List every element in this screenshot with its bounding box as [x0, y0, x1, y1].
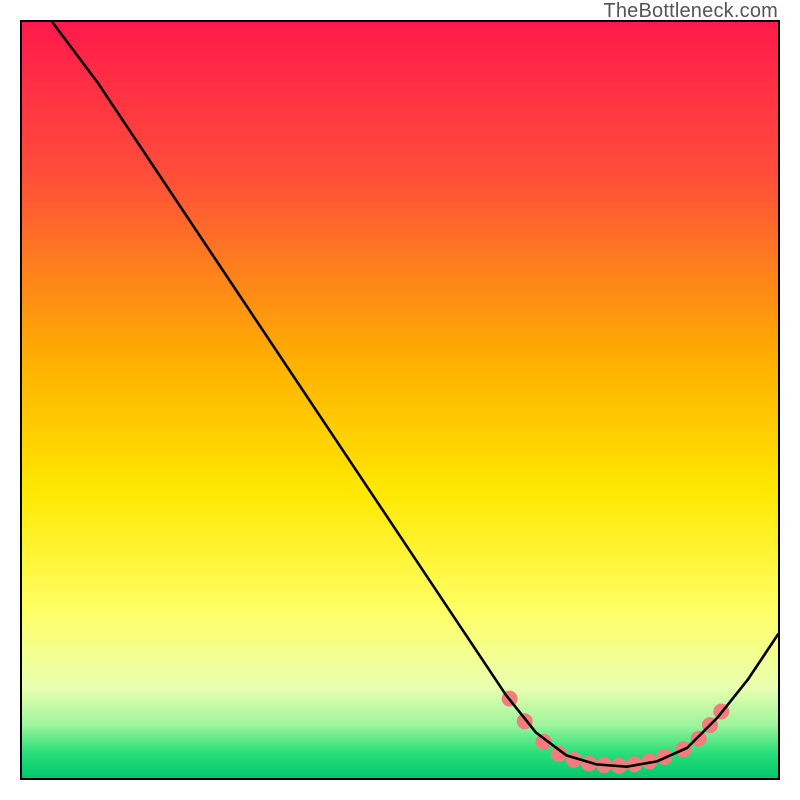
- plot-area: [20, 20, 780, 780]
- gradient-background: [22, 22, 778, 778]
- chart-svg: [22, 22, 778, 778]
- chart-container: TheBottleneck.com: [0, 0, 800, 800]
- chart-marker: [691, 731, 707, 747]
